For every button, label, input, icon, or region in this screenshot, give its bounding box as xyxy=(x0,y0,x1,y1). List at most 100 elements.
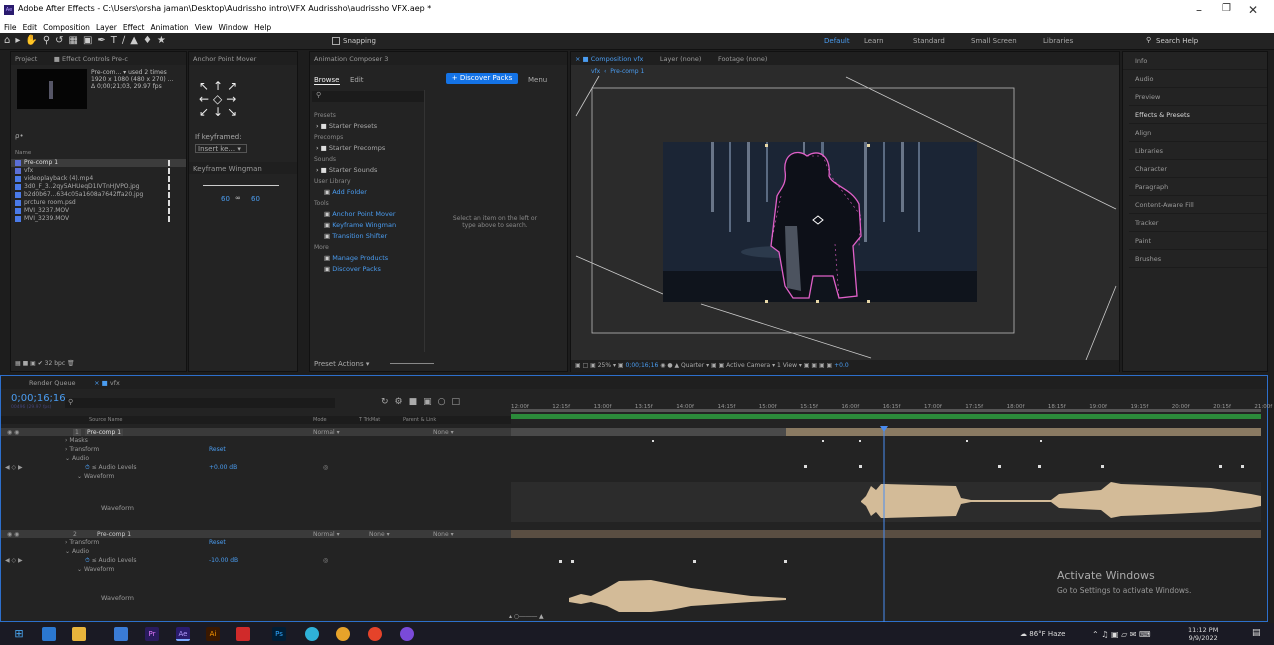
composer-item-starter-sounds[interactable]: › ■ Starter Sounds xyxy=(312,165,422,176)
panel-effects-presets[interactable]: Effects & Presets xyxy=(1129,106,1267,124)
project-item[interactable]: MVI_3239.MOV xyxy=(11,215,186,223)
wingman-left-value[interactable]: 60 xyxy=(221,195,230,203)
menu-animation[interactable]: Animation xyxy=(150,23,188,32)
menu-window[interactable]: Window xyxy=(219,23,249,32)
zoom-dropdown[interactable]: 25% xyxy=(598,362,611,369)
illustrator-icon[interactable]: Ai xyxy=(206,627,220,641)
label-color-icon[interactable] xyxy=(168,184,170,190)
project-item[interactable]: MVI_3237.MOV xyxy=(11,207,186,215)
crumb-precomp[interactable]: Pre-comp 1 xyxy=(610,68,644,75)
tab-effect-controls[interactable]: Effect Controls Pre-c xyxy=(62,55,128,63)
edit-tab[interactable]: Edit xyxy=(350,76,364,84)
file-explorer-icon[interactable] xyxy=(72,627,86,641)
wingman-slider[interactable] xyxy=(203,185,279,186)
label-color-icon[interactable] xyxy=(168,200,170,206)
menu-edit[interactable]: Edit xyxy=(23,23,38,32)
anchor-arrow-grid[interactable]: ↖↑↗ ←◇→ ↙↓↘ xyxy=(199,80,241,119)
current-time[interactable]: 0;00;16;16 xyxy=(625,362,658,369)
project-item[interactable]: videoplayback (4).mp4 xyxy=(11,175,186,183)
masks-row[interactable]: › Masks xyxy=(1,437,511,445)
exposure-value[interactable]: +0.0 xyxy=(834,362,849,369)
browse-tab[interactable]: Browse xyxy=(314,76,340,85)
link-icon[interactable]: ∞ xyxy=(235,194,241,202)
composer-item-ts[interactable]: ▣ Transition Shifter xyxy=(312,231,422,242)
menu-composition[interactable]: Composition xyxy=(43,23,90,32)
discover-packs-button[interactable]: + Discover Packs xyxy=(446,73,518,84)
tab-composition[interactable]: Composition vfx xyxy=(591,55,644,63)
composer-item-discover2[interactable]: ▣ Discover Packs xyxy=(312,264,422,275)
timeline-switch-icons[interactable]: ↻⚙■▣○□ xyxy=(381,397,466,407)
panel-brushes[interactable]: Brushes xyxy=(1129,250,1267,268)
project-search-input[interactable]: ρ• xyxy=(15,132,24,140)
panel-character[interactable]: Character xyxy=(1129,160,1267,178)
transform-row-2[interactable]: › Transform Reset xyxy=(1,539,511,547)
calendar-icon[interactable] xyxy=(114,627,128,641)
col-mode[interactable]: Mode xyxy=(313,417,327,423)
panel-libraries[interactable]: Libraries xyxy=(1129,142,1267,160)
work-area-bar[interactable] xyxy=(511,414,1261,419)
panel-paragraph[interactable]: Paragraph xyxy=(1129,178,1267,196)
tab-layer[interactable]: Layer (none) xyxy=(660,55,701,63)
timeline-zoom-slider[interactable]: ▴ ○――― ▲ xyxy=(509,613,544,620)
workspace-libraries[interactable]: Libraries xyxy=(1043,37,1073,45)
layer-1-name[interactable]: Pre-comp 1 xyxy=(85,429,124,436)
workspace-small-screen[interactable]: Small Screen xyxy=(971,37,1017,45)
system-tray-icons[interactable]: ⌃ ♫ ▣ ▱ ✉ ⌨ xyxy=(1092,630,1151,639)
after-effects-icon[interactable]: Ae xyxy=(176,627,190,641)
notifications-icon[interactable]: ▤ xyxy=(1252,628,1261,638)
col-source-name[interactable]: Source Name xyxy=(89,417,123,423)
tab-footage[interactable]: Footage (none) xyxy=(718,55,767,63)
tab-render-queue[interactable]: Render Queue xyxy=(29,379,76,387)
camera-dropdown[interactable]: Active Camera xyxy=(726,362,770,369)
col-parent[interactable]: Parent & Link xyxy=(403,417,436,423)
composer-item-add-folder[interactable]: ▣ Add Folder xyxy=(312,187,422,198)
layer-2-parent[interactable]: None ▾ xyxy=(433,531,454,538)
resolution-dropdown[interactable]: Quarter xyxy=(681,362,704,369)
timeline-timecode[interactable]: 0;00;16;16 xyxy=(11,393,66,404)
menu-view[interactable]: View xyxy=(195,23,213,32)
tab-vfx-timeline[interactable]: vfx xyxy=(110,379,120,387)
view-layout-dropdown[interactable]: 1 View xyxy=(777,362,797,369)
project-name-column[interactable]: Name xyxy=(15,150,31,156)
workspace-default[interactable]: Default xyxy=(824,37,850,45)
menu-help[interactable]: Help xyxy=(254,23,271,32)
project-item[interactable]: vfx xyxy=(11,167,186,175)
composer-item-manage[interactable]: ▣ Manage Products xyxy=(312,253,422,264)
label-color-icon[interactable] xyxy=(168,160,170,166)
project-item[interactable]: Pre-comp 1 xyxy=(11,159,186,167)
timeline-search-input[interactable]: ⚲ xyxy=(65,398,335,408)
close-icon[interactable]: ✕ xyxy=(1248,3,1258,17)
project-item[interactable]: 3d0_F_3..2qy5AHUeqD1IVTnHJVPO.jpg xyxy=(11,183,186,191)
premiere-pro-icon[interactable]: Pr xyxy=(145,627,159,641)
layer-2-row[interactable]: ◉ ◉ 2 Pre-comp 1 Normal ▾ None ▾ None ▾ xyxy=(1,530,511,538)
composer-item-apm[interactable]: ▣ Anchor Point Mover xyxy=(312,209,422,220)
workspace-learn[interactable]: Learn xyxy=(864,37,884,45)
panel-paint[interactable]: Paint xyxy=(1129,232,1267,250)
photoshop-icon[interactable]: Ps xyxy=(272,627,286,641)
panel-audio[interactable]: Audio xyxy=(1129,70,1267,88)
snapping-checkbox[interactable] xyxy=(332,37,340,45)
wingman-right-value[interactable]: 60 xyxy=(251,195,260,203)
brave-icon[interactable] xyxy=(368,627,382,641)
app-icon[interactable] xyxy=(236,627,250,641)
label-color-icon[interactable] xyxy=(168,192,170,198)
transform-row[interactable]: › Transform Reset xyxy=(1,446,511,454)
crumb-vfx[interactable]: vfx xyxy=(591,68,600,75)
audio-row[interactable]: ⌄ Audio xyxy=(1,455,511,463)
col-trkmat[interactable]: T TrkMat xyxy=(359,417,380,423)
layer-1-mode[interactable]: Normal ▾ xyxy=(313,429,340,436)
audio-levels-row[interactable]: ◀ ◇ ▶ ⏱ ≤ Audio Levels +0.00 dB ◎ xyxy=(1,464,511,472)
tab-project[interactable]: Project xyxy=(15,55,37,63)
layer-2-mode[interactable]: Normal ▾ xyxy=(313,531,340,538)
project-item[interactable]: prcture room.psd xyxy=(11,199,186,207)
menu-layer[interactable]: Layer xyxy=(96,23,117,32)
viewer-canvas[interactable] xyxy=(571,76,1119,360)
preset-actions-dropdown[interactable]: Preset Actions ▾ xyxy=(314,360,369,368)
menu-file[interactable]: File xyxy=(4,23,17,32)
panel-tracker[interactable]: Tracker xyxy=(1129,214,1267,232)
time-navigator[interactable] xyxy=(511,409,1261,412)
panel-preview[interactable]: Preview xyxy=(1129,88,1267,106)
waveform-row[interactable]: ⌄ Waveform xyxy=(1,473,511,481)
panel-info[interactable]: Info xyxy=(1129,52,1267,70)
restore-icon[interactable]: ❐ xyxy=(1222,3,1231,14)
